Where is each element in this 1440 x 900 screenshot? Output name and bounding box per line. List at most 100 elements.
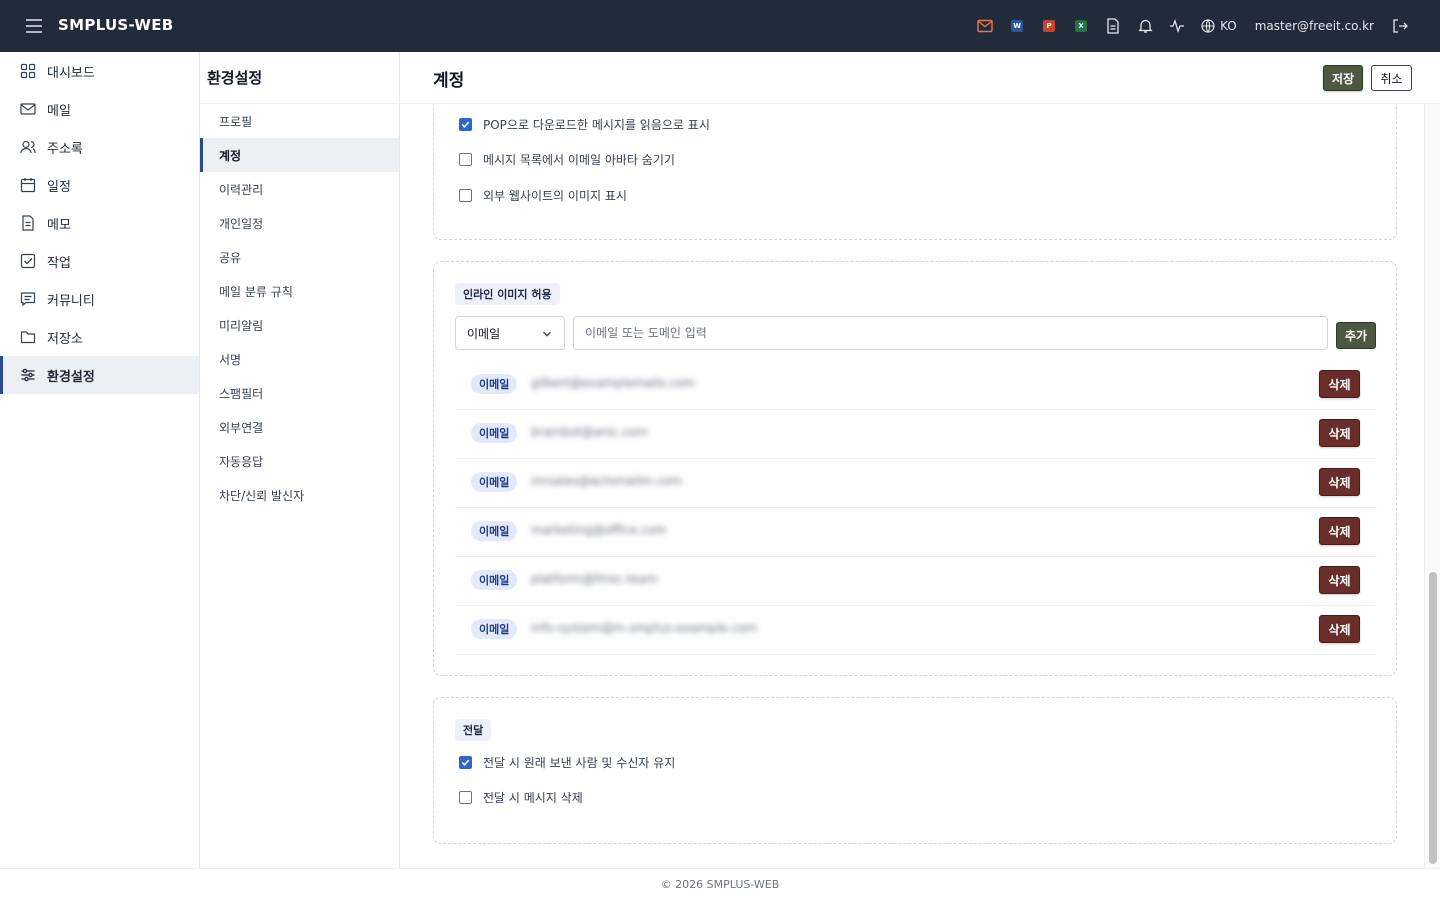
sidebar-item-contacts[interactable]: 주소록 xyxy=(0,128,199,166)
option-label: POP으로 다운로드한 메시지를 읽음으로 표시 xyxy=(483,118,710,132)
main-sidebar: 대시보드 메일 주소록 일정 메모 작업 커뮤니티 저장소 환경설정 xyxy=(0,52,200,868)
subnav-title: 환경설정 xyxy=(200,52,399,104)
subnav-item-spam-filter[interactable]: 스팸필터 xyxy=(200,376,399,410)
task-icon xyxy=(20,253,36,269)
email-domain-input[interactable] xyxy=(573,316,1328,350)
section-tag: 인라인 이미지 허용 xyxy=(455,283,560,305)
type-badge: 이메일 xyxy=(471,423,518,443)
delete-button[interactable]: 삭제 xyxy=(1319,566,1360,594)
type-badge: 이메일 xyxy=(471,521,518,541)
option-delete-on-forward[interactable]: 전달 시 메시지 삭제 xyxy=(459,789,583,806)
subnav-item-external-connections[interactable]: 외부연결 xyxy=(200,410,399,444)
option-hide-avatar[interactable]: 메시지 목록에서 이메일 아바타 숨기기 xyxy=(459,151,675,168)
checkbox-checked-icon[interactable] xyxy=(459,756,472,769)
scrollbar-thumb[interactable] xyxy=(1429,572,1437,864)
mail-icon[interactable] xyxy=(969,0,1001,52)
sidebar-item-tasks[interactable]: 작업 xyxy=(0,242,199,280)
subnav-item-account[interactable]: 계정 xyxy=(200,138,399,172)
delete-button[interactable]: 삭제 xyxy=(1319,517,1360,545)
option-label: 전달 시 원래 보낸 사람 및 수신자 유지 xyxy=(483,756,676,770)
option-label: 외부 웹사이트의 이미지 표시 xyxy=(483,189,627,203)
subnav-item-mail-rules[interactable]: 메일 분류 규칙 xyxy=(200,274,399,308)
display-options-section: POP으로 다운로드한 메시지를 읽음으로 표시 메시지 목록에서 이메일 아바… xyxy=(433,104,1397,240)
document-icon[interactable] xyxy=(1097,0,1129,52)
word-icon[interactable]: W xyxy=(1001,0,1033,52)
excel-letter: X xyxy=(1075,20,1088,32)
folder-icon xyxy=(20,331,36,344)
list-item: 이메일 mrsales@actsmailm.com 삭제 xyxy=(455,459,1377,508)
subnav-item-history[interactable]: 이력관리 xyxy=(200,172,399,206)
settings-content: POP으로 다운로드한 메시지를 읽음으로 표시 메시지 목록에서 이메일 아바… xyxy=(400,104,1424,868)
sidebar-item-storage[interactable]: 저장소 xyxy=(0,318,199,356)
save-button[interactable]: 저장 xyxy=(1323,65,1363,91)
hamburger-menu-icon[interactable] xyxy=(24,16,44,36)
cancel-button[interactable]: 취소 xyxy=(1371,65,1412,91)
activity-icon[interactable] xyxy=(1161,0,1193,52)
type-badge: 이메일 xyxy=(471,570,518,590)
mail-icon xyxy=(20,103,36,115)
delete-button[interactable]: 삭제 xyxy=(1319,615,1360,643)
sidebar-item-community[interactable]: 커뮤니티 xyxy=(0,280,199,318)
type-badge: 이메일 xyxy=(471,374,518,394)
entry-value: mrsales@actsmailm.com xyxy=(531,474,682,488)
option-keep-original-sender[interactable]: 전달 시 원래 보낸 사람 및 수신자 유지 xyxy=(459,754,675,771)
powerpoint-icon[interactable]: P xyxy=(1033,0,1065,52)
sidebar-item-label: 대시보드 xyxy=(47,65,95,81)
list-item: 이메일 info-system@m.smplus-example.com 삭제 xyxy=(455,606,1377,655)
option-mark-pop-read[interactable]: POP으로 다운로드한 메시지를 읽음으로 표시 xyxy=(459,116,710,133)
forwarding-section: 전달 전달 시 원래 보낸 사람 및 수신자 유지 전달 시 메시지 삭제 xyxy=(433,697,1397,844)
sidebar-item-dashboard[interactable]: 대시보드 xyxy=(0,52,199,90)
language-selector[interactable]: KO xyxy=(1201,19,1237,33)
subnav-item-share[interactable]: 공유 xyxy=(200,240,399,274)
top-toolbar: W P X KO master@freeit.co.kr xyxy=(969,0,1416,52)
subnav-item-personal-schedule[interactable]: 개인일정 xyxy=(200,206,399,240)
sidebar-item-mail[interactable]: 메일 xyxy=(0,90,199,128)
sidebar-item-label: 메일 xyxy=(47,103,71,119)
option-label: 전달 시 메시지 삭제 xyxy=(483,791,583,805)
subnav-item-signature[interactable]: 서명 xyxy=(200,342,399,376)
sidebar-item-label: 주소록 xyxy=(47,141,83,157)
memo-icon xyxy=(22,215,34,231)
select-value: 이메일 xyxy=(467,326,501,341)
language-label: KO xyxy=(1220,19,1237,33)
type-badge: 이메일 xyxy=(471,619,518,639)
checkbox-checked-icon[interactable] xyxy=(459,118,472,131)
type-badge: 이메일 xyxy=(471,472,518,492)
dashboard-icon xyxy=(20,63,36,79)
user-email[interactable]: master@freeit.co.kr xyxy=(1255,19,1374,33)
subnav-item-reminders[interactable]: 미리알림 xyxy=(200,308,399,342)
sidebar-item-memo[interactable]: 메모 xyxy=(0,204,199,242)
calendar-icon xyxy=(20,178,36,193)
sidebar-item-label: 메모 xyxy=(47,217,71,233)
excel-icon[interactable]: X xyxy=(1065,0,1097,52)
add-button[interactable]: 추가 xyxy=(1336,322,1376,349)
checkbox-unchecked-icon[interactable] xyxy=(459,189,472,202)
sidebar-item-label: 작업 xyxy=(47,255,71,271)
type-select[interactable]: 이메일 xyxy=(455,316,565,350)
brand-title[interactable]: SMPLUS-WEB xyxy=(58,16,174,34)
list-item: 이메일 gilbert@examplemails.com 삭제 xyxy=(455,361,1377,410)
subnav-item-auto-reply[interactable]: 자동응답 xyxy=(200,444,399,478)
page-title: 계정 xyxy=(433,71,465,91)
entry-value: gilbert@examplemails.com xyxy=(531,376,695,390)
checkbox-unchecked-icon[interactable] xyxy=(459,791,472,804)
logout-icon[interactable] xyxy=(1384,0,1416,52)
community-icon xyxy=(20,292,36,307)
powerpoint-letter: P xyxy=(1043,20,1056,32)
page-header: 계정 저장 취소 xyxy=(400,52,1440,104)
footer: © 2026 SMPLUS-WEB xyxy=(0,868,1440,900)
entry-value: info-system@m.smplus-example.com xyxy=(531,621,758,635)
subnav-item-blocked-trusted-senders[interactable]: 차단/신뢰 발신자 xyxy=(200,478,399,512)
option-show-external-images[interactable]: 외부 웹사이트의 이미지 표시 xyxy=(459,187,627,204)
section-tag: 전달 xyxy=(455,719,492,741)
sidebar-item-calendar[interactable]: 일정 xyxy=(0,166,199,204)
delete-button[interactable]: 삭제 xyxy=(1319,419,1360,447)
delete-button[interactable]: 삭제 xyxy=(1319,468,1360,496)
subnav-item-profile[interactable]: 프로필 xyxy=(200,104,399,138)
bell-icon[interactable] xyxy=(1129,0,1161,52)
contacts-icon xyxy=(20,140,36,154)
sidebar-item-settings[interactable]: 환경설정 xyxy=(0,356,199,394)
word-letter: W xyxy=(1011,20,1024,32)
checkbox-unchecked-icon[interactable] xyxy=(459,153,472,166)
delete-button[interactable]: 삭제 xyxy=(1319,370,1360,398)
